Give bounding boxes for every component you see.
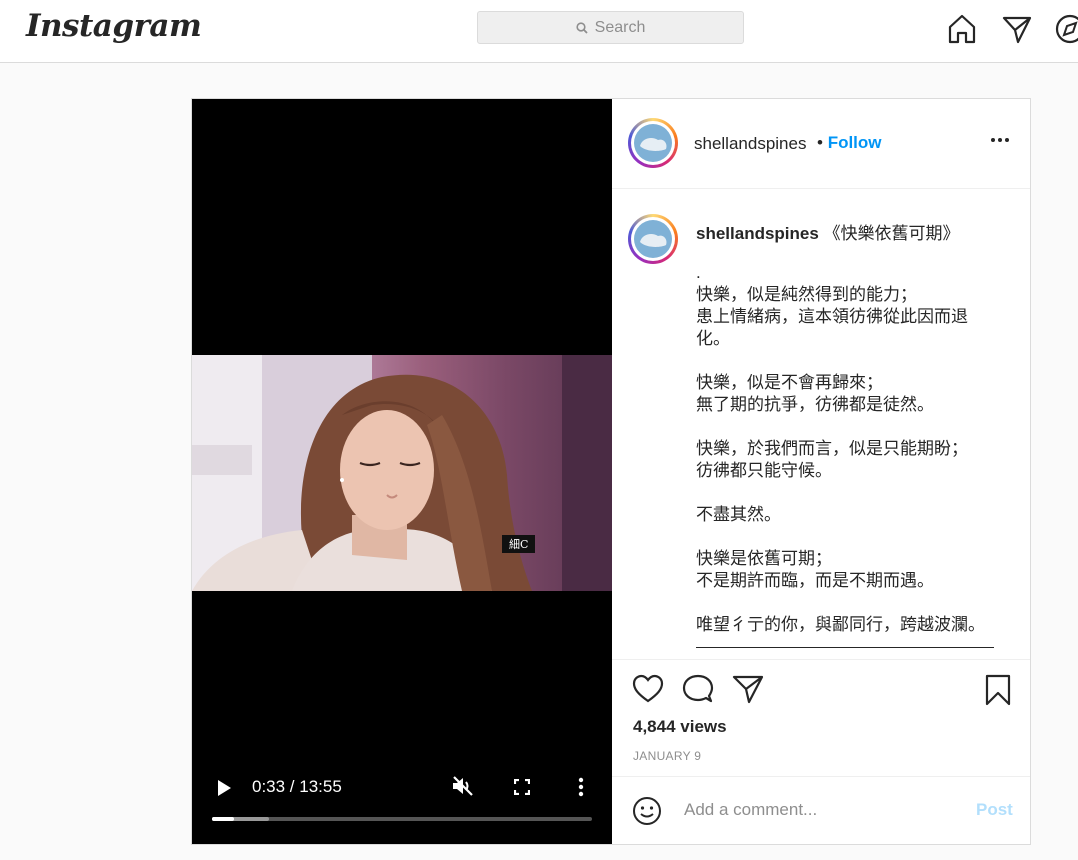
caption-title: 《快樂依舊可期》 xyxy=(823,224,960,243)
play-icon[interactable] xyxy=(216,779,232,797)
video-time: 0:33 / 13:55 xyxy=(252,777,342,796)
follow-label: Follow xyxy=(827,133,882,152)
top-nav: Instagram Search xyxy=(0,0,1078,63)
post-comment-button[interactable]: Post xyxy=(976,800,1013,820)
avatar[interactable] xyxy=(628,118,678,168)
direct-icon[interactable] xyxy=(1001,13,1033,45)
search-placeholder: Search xyxy=(594,18,646,36)
post-card: 細C 0:33 / 13:55 shellandspines • Follow … xyxy=(191,98,1031,845)
explore-icon[interactable] xyxy=(1054,13,1078,45)
view-count[interactable]: 4,844 views xyxy=(633,717,727,737)
search-icon xyxy=(576,21,588,34)
post-side-panel: shellandspines • Follow shellandspines 《… xyxy=(612,99,1030,844)
post-username[interactable]: shellandspines xyxy=(694,134,806,154)
caption-divider xyxy=(696,647,994,648)
video-player[interactable]: 細C 0:33 / 13:55 xyxy=(192,99,612,844)
video-person-image xyxy=(192,355,612,591)
mute-icon[interactable] xyxy=(451,775,475,797)
video-frame[interactable]: 細C xyxy=(192,355,612,591)
video-subtitle: 細C xyxy=(502,535,536,553)
video-played xyxy=(212,817,235,821)
post-actions: 4,844 views JANUARY 9 xyxy=(612,659,1030,777)
share-icon[interactable] xyxy=(732,674,764,704)
search-box[interactable]: Search xyxy=(477,11,744,44)
comment-box: Post xyxy=(612,776,1030,845)
video-more-icon[interactable] xyxy=(578,777,584,797)
home-icon[interactable] xyxy=(946,13,978,45)
caption-username[interactable]: shellandspines xyxy=(696,224,819,243)
post-header: shellandspines • Follow xyxy=(612,99,1030,189)
video-progress-bar[interactable] xyxy=(212,817,592,821)
video-controls: 0:33 / 13:55 xyxy=(192,769,612,844)
fullscreen-icon[interactable] xyxy=(514,779,530,795)
caption-text: . 快樂，似是純然得到的能力； 患上情緒病，這本領彷彿從此因而退化。 快樂，似是… xyxy=(696,263,985,634)
more-icon[interactable] xyxy=(990,137,1010,143)
heart-icon[interactable] xyxy=(632,674,664,704)
caption-avatar[interactable] xyxy=(628,214,678,264)
avatar-image xyxy=(640,234,667,247)
emoji-icon[interactable] xyxy=(632,796,662,826)
post-date[interactable]: JANUARY 9 xyxy=(633,749,701,763)
caption-header: shellandspines 《快樂依舊可期》 xyxy=(696,219,960,244)
instagram-logo[interactable]: Instagram xyxy=(26,8,202,44)
avatar-image xyxy=(640,138,667,151)
separator-dot: • xyxy=(817,133,823,152)
comment-input[interactable] xyxy=(682,799,936,821)
comment-icon[interactable] xyxy=(682,674,714,704)
bookmark-icon[interactable] xyxy=(984,674,1012,706)
follow-button[interactable]: • Follow xyxy=(817,133,882,153)
